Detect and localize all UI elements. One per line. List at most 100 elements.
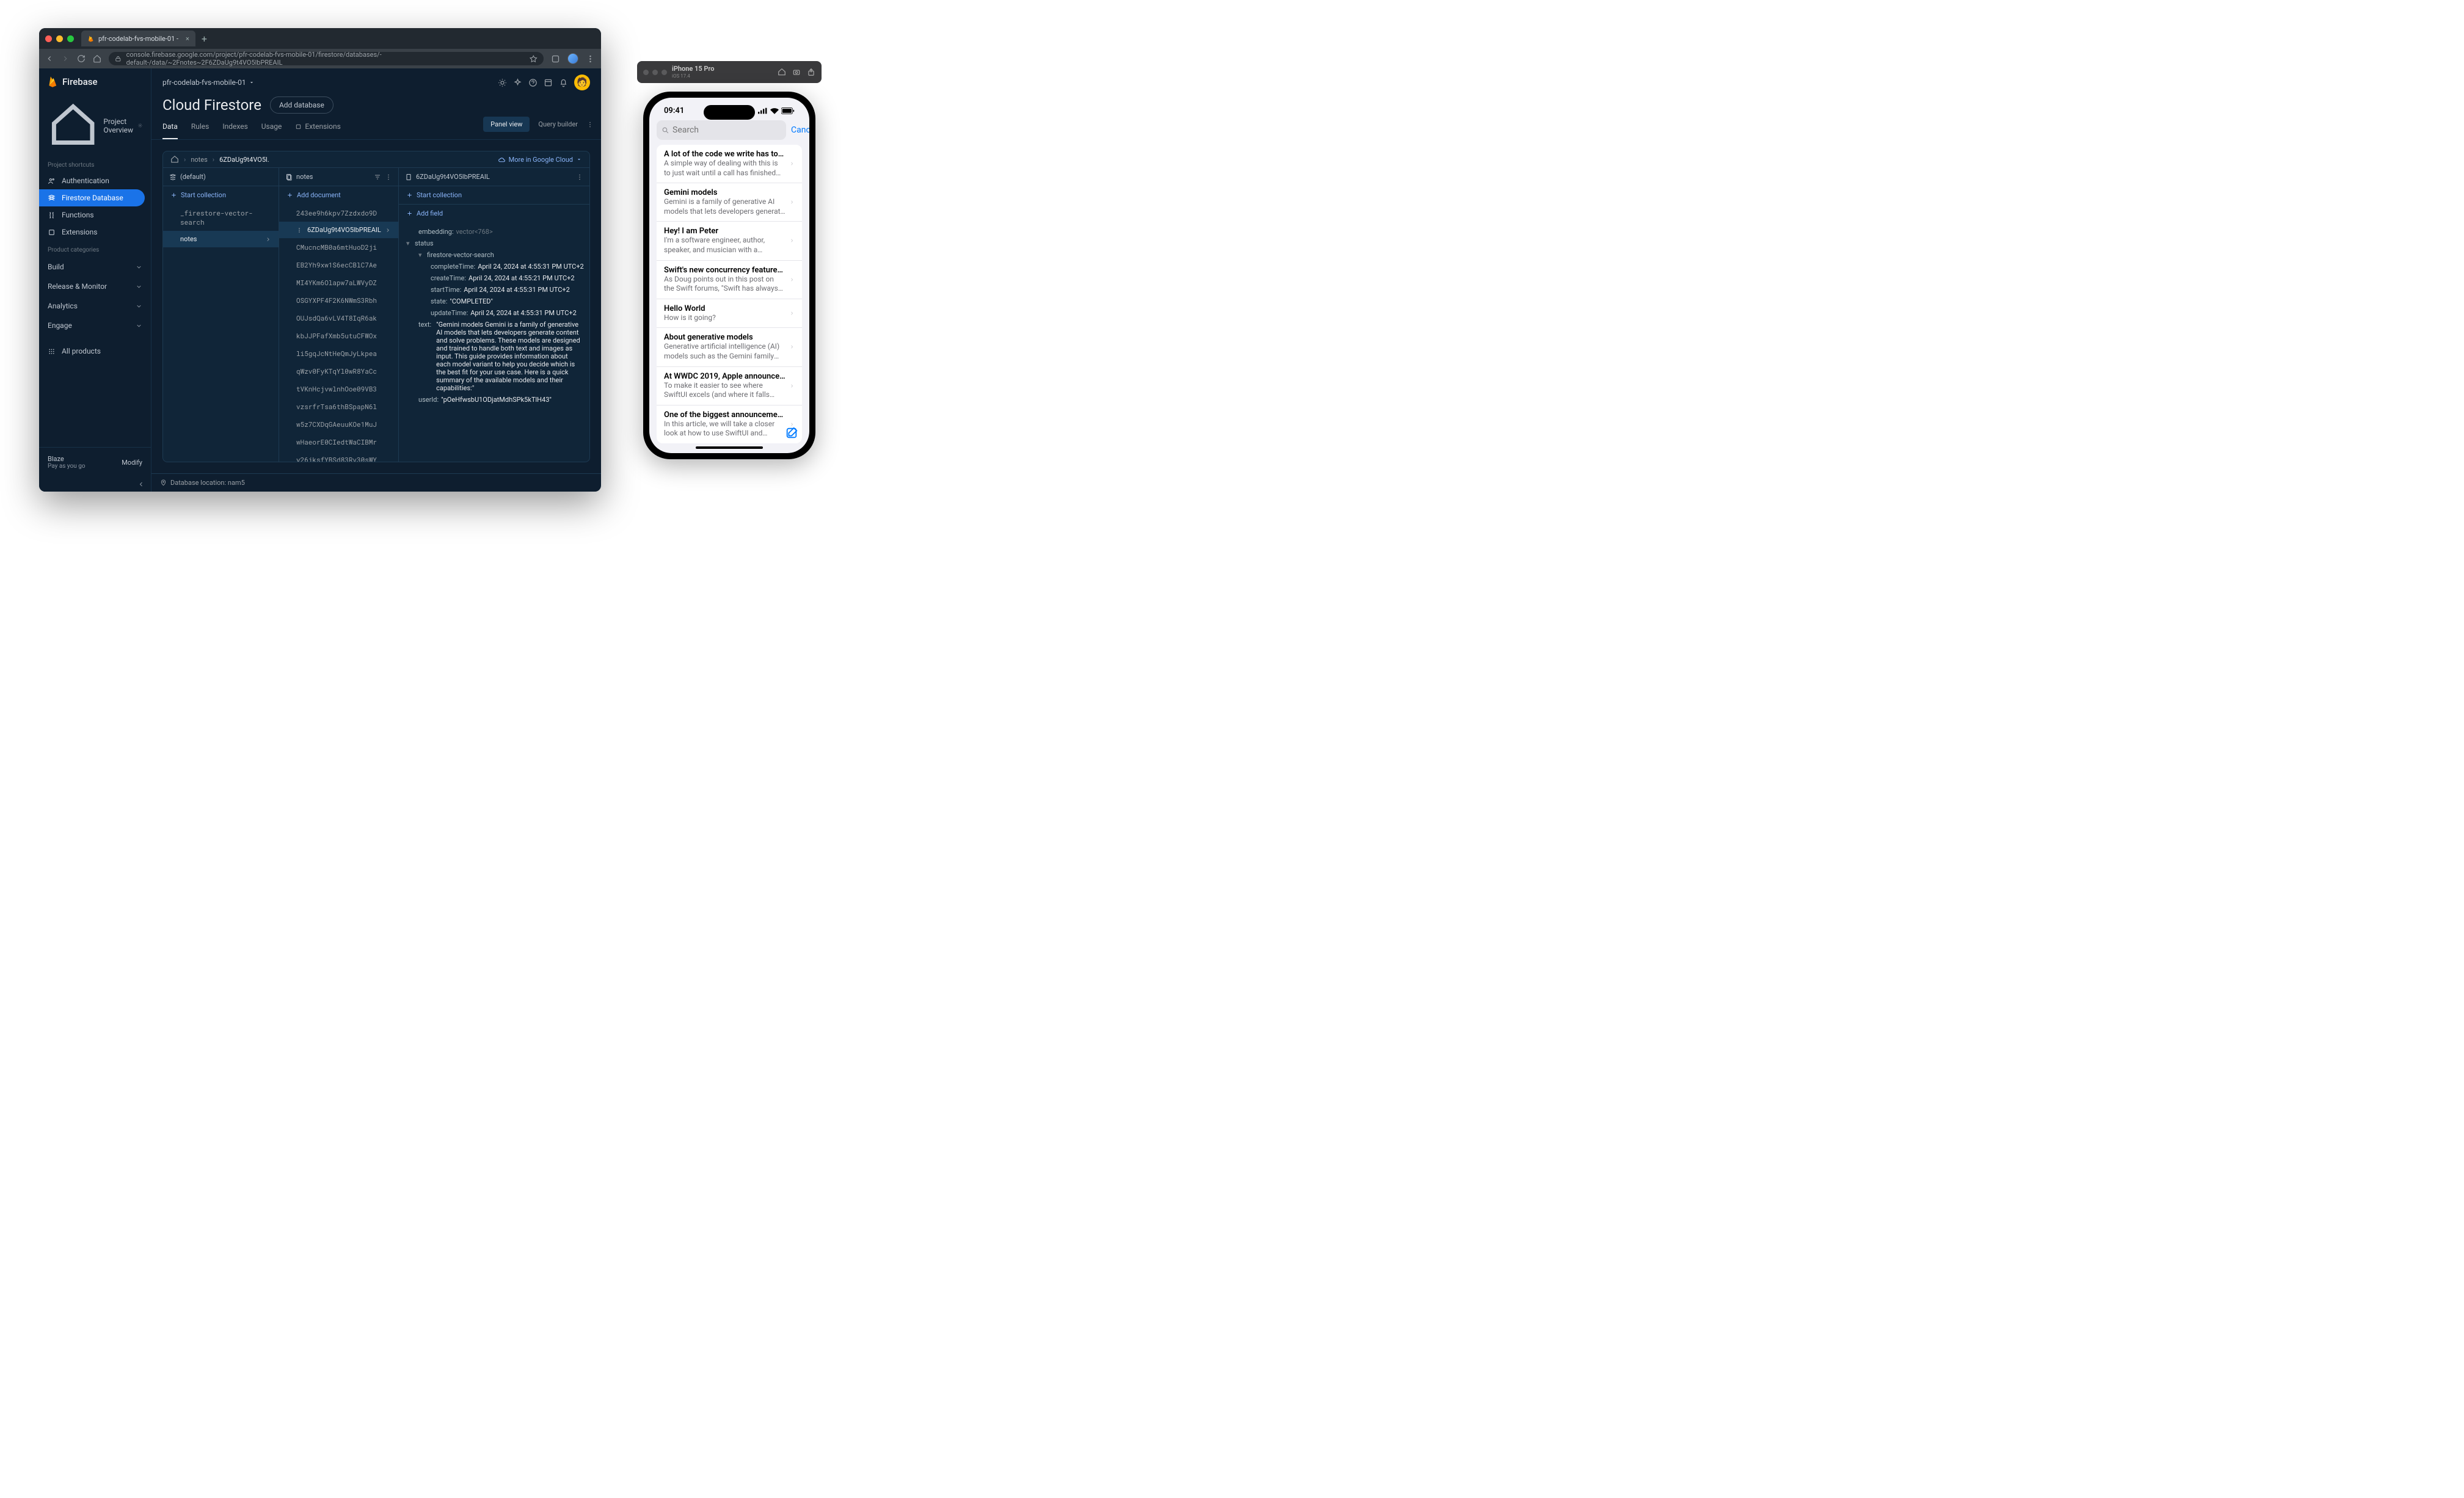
note-item[interactable]: Swift's new concurrency features…As Doug…	[657, 261, 802, 299]
document-item[interactable]: 6ZDaUg9t4VO5lbPREAIL	[279, 222, 398, 238]
theme-icon[interactable]	[498, 78, 507, 87]
breadcrumb-home-icon[interactable]	[170, 155, 179, 164]
url-bar[interactable]: console.firebase.google.com/project/pfr-…	[109, 52, 544, 65]
document-item[interactable]: EB2Yh9xw1S6ecCBlC7Ae	[279, 256, 398, 274]
tab-rules[interactable]: Rules	[191, 116, 209, 139]
start-collection-3[interactable]: Start collection	[399, 186, 589, 204]
sidebar-item-firestore[interactable]: Firestore Database	[39, 189, 145, 206]
document-item[interactable]: vzsrfrTsa6thBSpapN6l	[279, 398, 398, 415]
ios-simulator: iPhone 15 Pro iOS 17.4 09:41	[637, 61, 822, 459]
add-field[interactable]: Add field	[399, 205, 589, 222]
document-item[interactable]: MI4YKm6Olapw7aLWVyDZ	[279, 274, 398, 291]
note-item[interactable]: At WWDC 2019, Apple announced…To make it…	[657, 367, 802, 405]
gear-icon[interactable]	[138, 122, 142, 129]
sim-share-icon[interactable]	[807, 68, 815, 76]
category-engage[interactable]: Engage	[39, 316, 151, 335]
collapse-sidebar-icon[interactable]	[137, 481, 145, 488]
close-dot[interactable]	[45, 35, 52, 42]
document-item[interactable]: y26jksfYBSd83Rv30sWY	[279, 451, 398, 462]
plan-sub: Pay as you go	[48, 463, 86, 470]
sidebar-item-authentication[interactable]: Authentication	[39, 172, 151, 189]
back-icon[interactable]	[45, 54, 54, 63]
kebab-menu-icon[interactable]	[576, 173, 583, 181]
kebab-menu-icon[interactable]	[586, 121, 594, 128]
browser-tab[interactable]: pfr-codelab-fvs-mobile-01 - ×	[81, 31, 195, 46]
site-info-icon[interactable]	[115, 56, 122, 62]
document-item[interactable]: 243ee9h6kpv7Zzdxdo9D	[279, 204, 398, 222]
document-item[interactable]: kbJJPFafXmb5utuCFWOx	[279, 327, 398, 344]
document-item[interactable]: wHaeorE0CIedtWaCIBMr	[279, 433, 398, 451]
home-icon[interactable]	[93, 54, 101, 63]
releases-icon[interactable]	[544, 78, 553, 87]
search-field[interactable]	[657, 120, 786, 140]
plus-icon	[406, 210, 413, 217]
functions-icon	[48, 211, 56, 219]
document-item[interactable]: qWzv0FyKTqYl0wR8YaCc	[279, 362, 398, 380]
new-tab-button[interactable]: +	[202, 33, 207, 45]
data-panel: › notes › 6ZDaUg9t4VO5l. More in Google …	[162, 151, 590, 462]
home-indicator[interactable]	[696, 446, 763, 449]
modify-plan-button[interactable]: Modify	[122, 459, 142, 467]
sparkle-icon[interactable]	[513, 78, 522, 87]
crumb-doc[interactable]: 6ZDaUg9t4VO5l.	[219, 156, 269, 164]
tab-extensions[interactable]: Extensions	[295, 116, 340, 139]
category-analytics[interactable]: Analytics	[39, 296, 151, 316]
sim-screenshot-icon[interactable]	[792, 68, 801, 76]
note-item[interactable]: One of the biggest announcements…In this…	[657, 405, 802, 443]
kebab-menu-icon[interactable]	[586, 54, 595, 64]
max-dot[interactable]	[67, 35, 74, 42]
collection-vector-search[interactable]: _firestore-vector-search	[163, 204, 279, 231]
add-document[interactable]: Add document	[279, 186, 398, 204]
document-item[interactable]: CMucncMB0a6mtHuoD2ji	[279, 238, 398, 256]
extensions-icon[interactable]	[551, 54, 560, 64]
note-item[interactable]: Hey! I am PeterI'm a software engineer, …	[657, 222, 802, 260]
min-dot[interactable]	[56, 35, 63, 42]
sidebar-item-functions[interactable]: Functions	[39, 206, 151, 224]
document-item[interactable]: tVKnHcjvwlnhOoe09VB3	[279, 380, 398, 398]
add-database-button[interactable]: Add database	[270, 96, 334, 114]
tab-data[interactable]: Data	[162, 116, 178, 139]
bookmark-star-icon[interactable]	[530, 55, 538, 63]
more-in-google-cloud[interactable]: More in Google Cloud	[498, 156, 582, 164]
sim-window-controls[interactable]	[643, 70, 667, 75]
start-collection-1[interactable]: Start collection	[163, 186, 279, 204]
category-build[interactable]: Build	[39, 257, 151, 277]
close-tab-icon[interactable]: ×	[186, 35, 189, 43]
tab-indexes[interactable]: Indexes	[222, 116, 247, 139]
tab-usage[interactable]: Usage	[261, 116, 282, 139]
note-item[interactable]: About generative modelsGenerative artifi…	[657, 328, 802, 366]
panel-view-button[interactable]: Panel view	[483, 117, 530, 132]
chevron-down-icon	[136, 303, 142, 310]
console-topbar: pfr-codelab-fvs-mobile-01 🧑	[151, 68, 601, 96]
compose-icon[interactable]	[785, 426, 798, 440]
note-item[interactable]: Gemini modelsGemini is a family of gener…	[657, 183, 802, 222]
filter-icon[interactable]	[374, 173, 381, 181]
user-avatar[interactable]: 🧑	[574, 75, 590, 90]
forward-icon[interactable]	[61, 54, 70, 63]
firebase-logo[interactable]: Firebase	[39, 68, 151, 95]
collection-notes[interactable]: notes	[163, 231, 279, 247]
project-selector[interactable]: pfr-codelab-fvs-mobile-01	[162, 78, 255, 87]
document-item[interactable]: OUJsdQa6vLV4T8IqR6ak	[279, 309, 398, 327]
notifications-icon[interactable]	[559, 78, 568, 87]
window-controls[interactable]	[45, 35, 74, 42]
search-input[interactable]	[672, 125, 781, 135]
sim-home-icon[interactable]	[778, 68, 786, 76]
project-overview[interactable]: Project Overview	[39, 95, 151, 156]
kebab-menu-icon[interactable]	[385, 173, 392, 181]
document-item[interactable]: w5z7CXDqGAeuuKOe1MuJ	[279, 415, 398, 433]
collections-column: (default) Start collection _firestore-ve…	[163, 168, 279, 462]
category-release[interactable]: Release & Monitor	[39, 277, 151, 296]
crumb-notes[interactable]: notes	[191, 156, 207, 164]
sidebar-item-extensions[interactable]: Extensions	[39, 224, 151, 241]
document-item[interactable]: li5gqJcNtHeQmJyLkpea	[279, 344, 398, 362]
note-item[interactable]: Hello WorldHow is it going?	[657, 299, 802, 329]
cancel-button[interactable]: Cancel	[791, 125, 809, 135]
help-icon[interactable]	[528, 78, 538, 87]
all-products[interactable]: All products	[39, 343, 151, 360]
document-item[interactable]: OSGYXPF4F2K6NWmS3Rbh	[279, 291, 398, 309]
reload-icon[interactable]	[77, 54, 86, 63]
query-builder-button[interactable]: Query builder	[538, 120, 578, 128]
profile-avatar[interactable]	[567, 53, 578, 64]
note-item[interactable]: A lot of the code we write has to de…A s…	[657, 145, 802, 183]
